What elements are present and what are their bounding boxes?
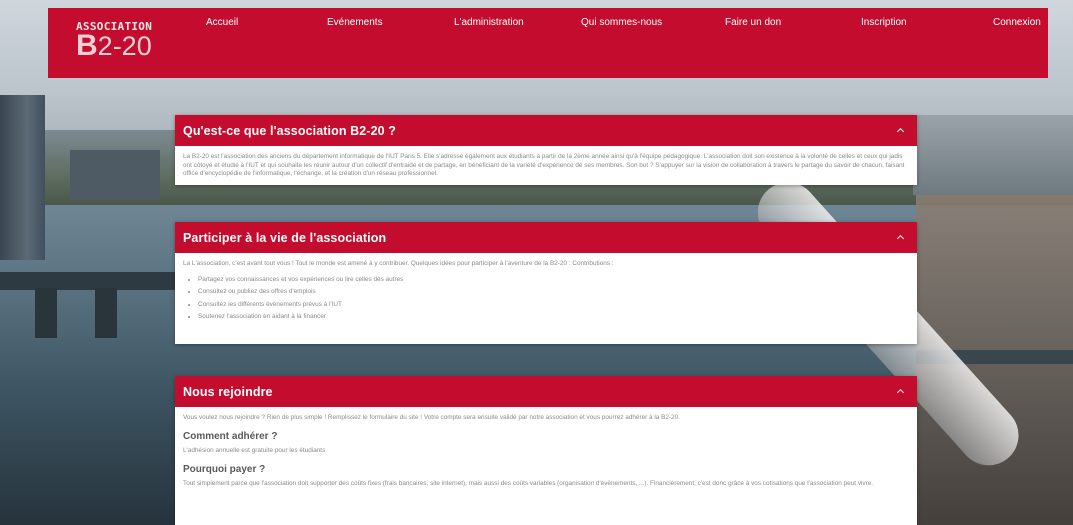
panel-join-body: Vous voulez nous rejoindre ? Rien de plu…	[175, 407, 917, 495]
heading-pourquoi-payer: Pourquoi payer ?	[183, 463, 266, 475]
panel-join-intro: Vous voulez nous rejoindre ? Rien de plu…	[183, 414, 680, 421]
panel-participate-body: La L'association, c'est avant tout vous …	[175, 253, 917, 332]
chevron-up-icon[interactable]	[895, 386, 907, 398]
panel-about-text: La B2-20 est l'association des anciens d…	[183, 153, 905, 177]
panel-join-text-payer: Tout simplement parce que l'association …	[183, 480, 874, 487]
panel-about-header[interactable]: Qu'est-ce que l'association B2-20 ?	[175, 115, 917, 146]
chevron-up-icon[interactable]	[895, 232, 907, 244]
contributions-list: Partagez vos connaissances et vos expéri…	[183, 276, 909, 322]
panel-about-title: Qu'est-ce que l'association B2-20 ?	[183, 123, 396, 138]
panel-join-text-adhesion: L'adhésion annuelle est gratuite pour le…	[183, 447, 326, 454]
logo-b2-20: B2-20	[76, 29, 152, 62]
panel-participate-header[interactable]: Participer à la vie de l'association	[175, 222, 917, 253]
panel-about-body: La B2-20 est l'association des anciens d…	[175, 146, 917, 185]
main-nav: Accueil Evénements L'administration Qui …	[0, 17, 1073, 33]
background-building-right	[913, 115, 1073, 195]
list-item: Consultez ou publiez des offres d'emploi…	[198, 288, 909, 297]
panel-participate: Participer à la vie de l'association La …	[175, 222, 917, 344]
nav-item-evenements[interactable]: Evénements	[327, 17, 383, 28]
background-bridge-pillar	[35, 288, 57, 338]
panel-join-title: Nous rejoindre	[183, 384, 273, 399]
nav-item-accueil[interactable]: Accueil	[206, 17, 238, 28]
nav-item-qui-sommes-nous[interactable]: Qui sommes-nous	[581, 17, 662, 28]
nav-item-faire-un-don[interactable]: Faire un don	[725, 17, 781, 28]
background-building	[70, 150, 160, 200]
panel-join-header[interactable]: Nous rejoindre	[175, 376, 917, 407]
heading-comment-adherer: Comment adhérer ?	[183, 430, 278, 442]
panel-participate-intro: La L'association, c'est avant tout vous …	[183, 260, 614, 267]
panel-join: Nous rejoindre Vous voulez nous rejoindr…	[175, 376, 917, 525]
chevron-up-icon[interactable]	[895, 125, 907, 137]
background-tower	[0, 95, 45, 260]
list-item: Consultez les différents évènements prév…	[198, 301, 909, 310]
background-bridge	[0, 272, 175, 290]
list-item: Partagez vos connaissances et vos expéri…	[198, 276, 909, 285]
background-bridge-pillar	[95, 288, 117, 338]
panel-about: Qu'est-ce que l'association B2-20 ? La B…	[175, 115, 917, 185]
panel-participate-title: Participer à la vie de l'association	[183, 230, 387, 245]
list-item: Soutenez l'association en aidant à la fi…	[198, 313, 909, 322]
nav-item-administration[interactable]: L'administration	[454, 17, 524, 28]
nav-item-inscription[interactable]: Inscription	[861, 17, 907, 28]
nav-item-connexion[interactable]: Connexion	[993, 17, 1041, 28]
